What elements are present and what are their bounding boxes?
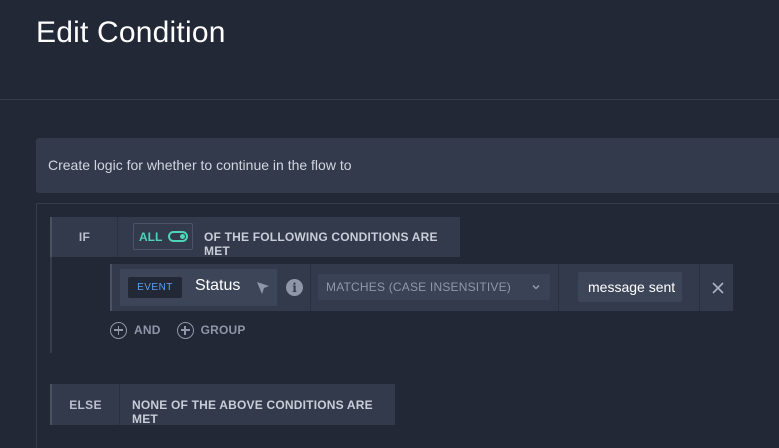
add-actions: AND GROUP (110, 320, 262, 340)
info-text: Create logic for whether to continue in … (48, 157, 352, 173)
add-group-button[interactable]: GROUP (176, 321, 246, 339)
divider (558, 264, 559, 311)
remove-condition-button[interactable] (701, 264, 735, 311)
else-text: NONE OF THE ABOVE CONDITIONS ARE MET (132, 398, 373, 426)
condition-value-input[interactable] (578, 272, 682, 302)
else-row: ELSE NONE OF THE ABOVE CONDITIONS ARE ME… (50, 384, 395, 426)
divider (699, 264, 700, 311)
field-selector[interactable]: EVENT Status (120, 269, 277, 306)
if-row: IF ALL OF THE FOLLOWING CONDITIONS ARE M… (50, 217, 460, 258)
field-name: Status (195, 277, 241, 294)
info-icon[interactable]: i (286, 279, 303, 296)
condition-row: EVENT Status i MATCHES (CASE INSENSITIVE… (110, 264, 733, 311)
cursor-pointer-icon (257, 282, 269, 294)
close-icon (712, 281, 724, 294)
info-banner: Create logic for whether to continue in … (36, 138, 779, 193)
event-badge: EVENT (128, 277, 182, 298)
if-connector-line (50, 257, 52, 353)
add-group-label: GROUP (200, 323, 246, 337)
divider (310, 264, 311, 311)
toggle-label: ALL (139, 229, 163, 244)
plus-circle-icon (176, 321, 194, 339)
plus-circle-icon (110, 321, 127, 339)
add-and-label: AND (134, 323, 161, 337)
toggle-switch-icon[interactable] (168, 231, 189, 242)
if-label: IF (52, 217, 118, 257)
else-label: ELSE (52, 384, 120, 425)
page-title: Edit Condition (36, 16, 226, 49)
operator-value: MATCHES (CASE INSENSITIVE) (326, 280, 512, 294)
all-any-toggle[interactable]: ALL (133, 223, 193, 250)
page-header: Edit Condition (0, 0, 779, 100)
add-and-button[interactable]: AND (110, 321, 161, 339)
conditions-met-text: OF THE FOLLOWING CONDITIONS ARE MET (204, 230, 438, 258)
operator-select[interactable]: MATCHES (CASE INSENSITIVE) (318, 274, 550, 300)
chevron-down-icon (532, 284, 540, 290)
